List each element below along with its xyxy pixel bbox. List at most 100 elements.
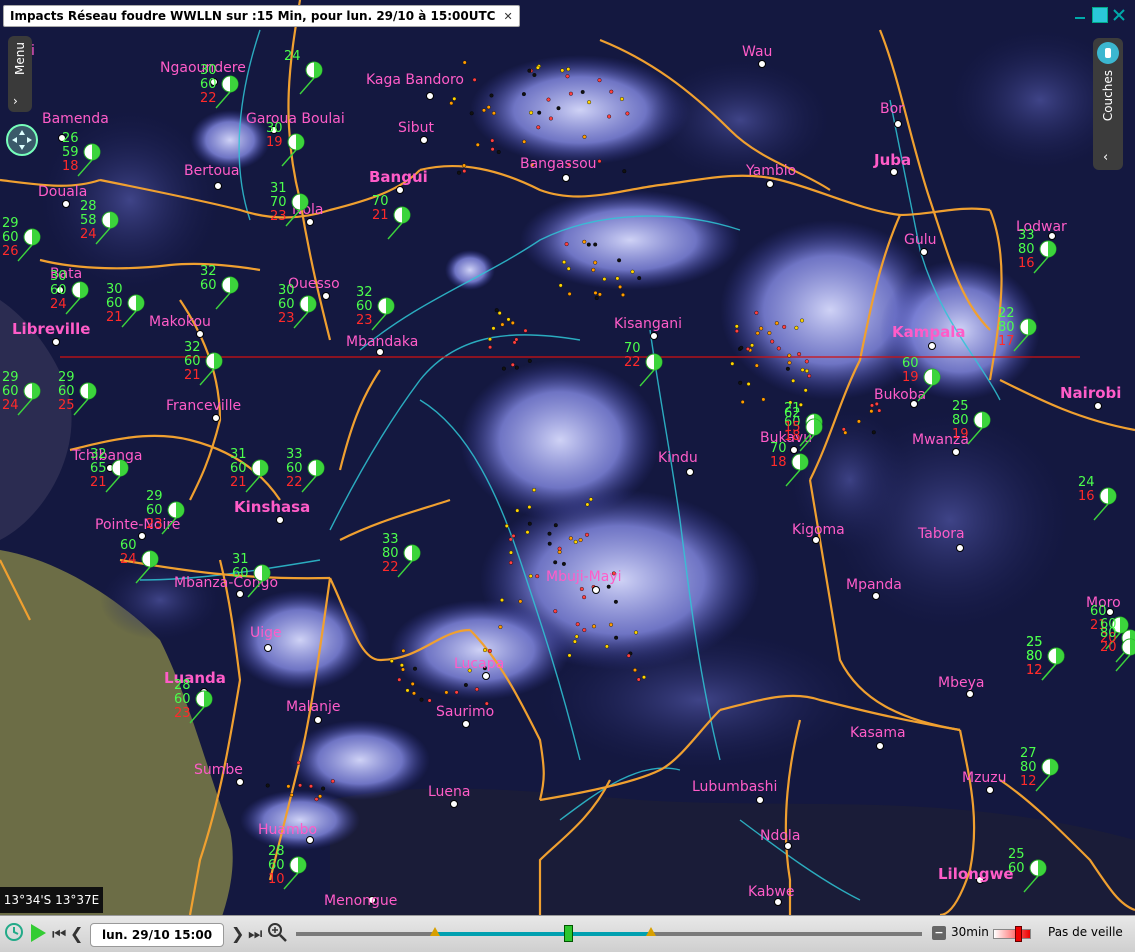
strike-dot	[463, 683, 468, 688]
strike-dot	[782, 324, 787, 329]
strike-dot	[529, 110, 534, 115]
strike-dot	[399, 663, 404, 668]
city-dot	[212, 414, 220, 422]
city-dot	[928, 342, 936, 350]
interval-decrease-button[interactable]: −	[932, 926, 946, 940]
strike-dot	[553, 523, 558, 528]
strike-dot	[427, 698, 432, 703]
city-label: Menongue	[324, 893, 397, 909]
station-value: 29	[58, 370, 75, 385]
strike-dot	[454, 690, 459, 695]
city-dot	[420, 136, 428, 144]
strike-dot	[397, 677, 402, 682]
strike-dot	[475, 142, 480, 147]
station-temperature: 22	[200, 91, 217, 106]
next-frame-icon[interactable]: ❯	[231, 924, 244, 943]
station-value: 60	[146, 503, 163, 518]
strike-dot	[556, 106, 561, 111]
strike-dot	[803, 388, 808, 393]
city-label: Sumbe	[194, 762, 243, 778]
close-title-icon[interactable]: ✕	[504, 10, 513, 23]
station-value: 59	[62, 145, 79, 160]
city-label: Mpanda	[846, 577, 902, 593]
station-temperature: 24	[50, 297, 67, 312]
navigation-compass-icon[interactable]	[6, 124, 38, 156]
strike-dot	[585, 502, 590, 507]
strike-dot	[609, 89, 614, 94]
station-value: 31	[270, 181, 287, 196]
station-value: 70	[624, 341, 641, 356]
first-frame-icon[interactable]: ⏮	[52, 924, 66, 944]
station-value: 32	[200, 264, 217, 279]
strike-dot	[588, 497, 593, 502]
strike-dot	[521, 92, 526, 97]
station-temperature: 21	[106, 310, 123, 325]
city-dot	[322, 292, 330, 300]
play-icon[interactable]	[28, 922, 48, 948]
city-dot	[592, 586, 600, 594]
menu-tab[interactable]: Menu ›	[8, 36, 32, 112]
layers-label: Couches	[1101, 70, 1115, 122]
city-label: Garoua Boulai	[246, 111, 345, 127]
strike-dot	[604, 644, 609, 649]
range-end-marker[interactable]	[646, 927, 656, 936]
layers-tab[interactable]: Couches ‹	[1093, 38, 1123, 170]
interval-slider[interactable]	[993, 926, 1031, 942]
station-temperature: 16	[1018, 256, 1035, 271]
strike-dot	[314, 797, 319, 802]
city-label: Huambo	[258, 822, 317, 838]
previous-frame-icon[interactable]: ❮	[70, 924, 83, 943]
clock-icon[interactable]	[4, 922, 24, 946]
station-temperature: 25	[58, 398, 75, 413]
last-frame-icon[interactable]: ⏭	[248, 924, 262, 944]
layers-icon	[1097, 42, 1119, 64]
maximize-icon[interactable]	[1092, 7, 1108, 23]
strike-dot	[501, 366, 506, 371]
zoom-in-icon[interactable]	[266, 921, 288, 947]
city-label: Kaga Bandoro	[366, 72, 464, 88]
strike-dot	[500, 322, 505, 327]
city-label: Lucapa	[454, 656, 504, 672]
timeline-cursor[interactable]	[564, 925, 573, 942]
strike-dot	[298, 783, 303, 788]
station-value: 26	[62, 131, 79, 146]
strike-dot	[593, 290, 598, 295]
close-window-icon[interactable]	[1112, 7, 1126, 21]
strike-dot	[633, 668, 638, 673]
strike-dot	[318, 794, 323, 799]
city-label: Makokou	[149, 314, 211, 330]
city-dot	[766, 180, 774, 188]
strike-dot	[462, 169, 467, 174]
station-value: 60	[200, 77, 217, 92]
station-temperature: 23	[270, 209, 287, 224]
city-dot	[756, 796, 764, 804]
strike-dot	[877, 408, 882, 413]
strike-dot	[746, 382, 751, 387]
current-date[interactable]: lun. 29/10 15:00	[90, 923, 224, 947]
city-dot	[872, 592, 880, 600]
minimize-icon[interactable]	[1073, 7, 1087, 21]
city-label: Bamenda	[42, 111, 109, 127]
city-menongue[interactable]: Menongue	[324, 893, 397, 909]
station-value: 32	[356, 285, 373, 300]
strike-dot	[787, 360, 792, 365]
city-lilongwe[interactable]: Lilongwe	[938, 865, 1014, 884]
strike-dot	[800, 318, 805, 323]
range-start-marker[interactable]	[430, 927, 440, 936]
city-dot	[650, 332, 658, 340]
station-value: 33	[1018, 228, 1035, 243]
strike-dot	[537, 110, 542, 115]
station-temperature: 23	[174, 706, 191, 721]
strike-dot	[509, 550, 514, 555]
city-label: Bangui	[369, 168, 428, 186]
strike-dot	[597, 78, 602, 83]
strike-dot	[755, 331, 760, 336]
station-temperature: 20	[1100, 640, 1117, 655]
station-value: 60	[174, 692, 191, 707]
strike-dot	[804, 359, 809, 364]
strike-dot	[547, 541, 552, 546]
chevron-right-icon: ›	[13, 94, 18, 108]
satellite-map[interactable]: ardiNgaoundereKaga BandoroSibutBangassou…	[0, 0, 1135, 951]
city-dot	[276, 516, 284, 524]
timeline-track[interactable]	[296, 932, 922, 936]
